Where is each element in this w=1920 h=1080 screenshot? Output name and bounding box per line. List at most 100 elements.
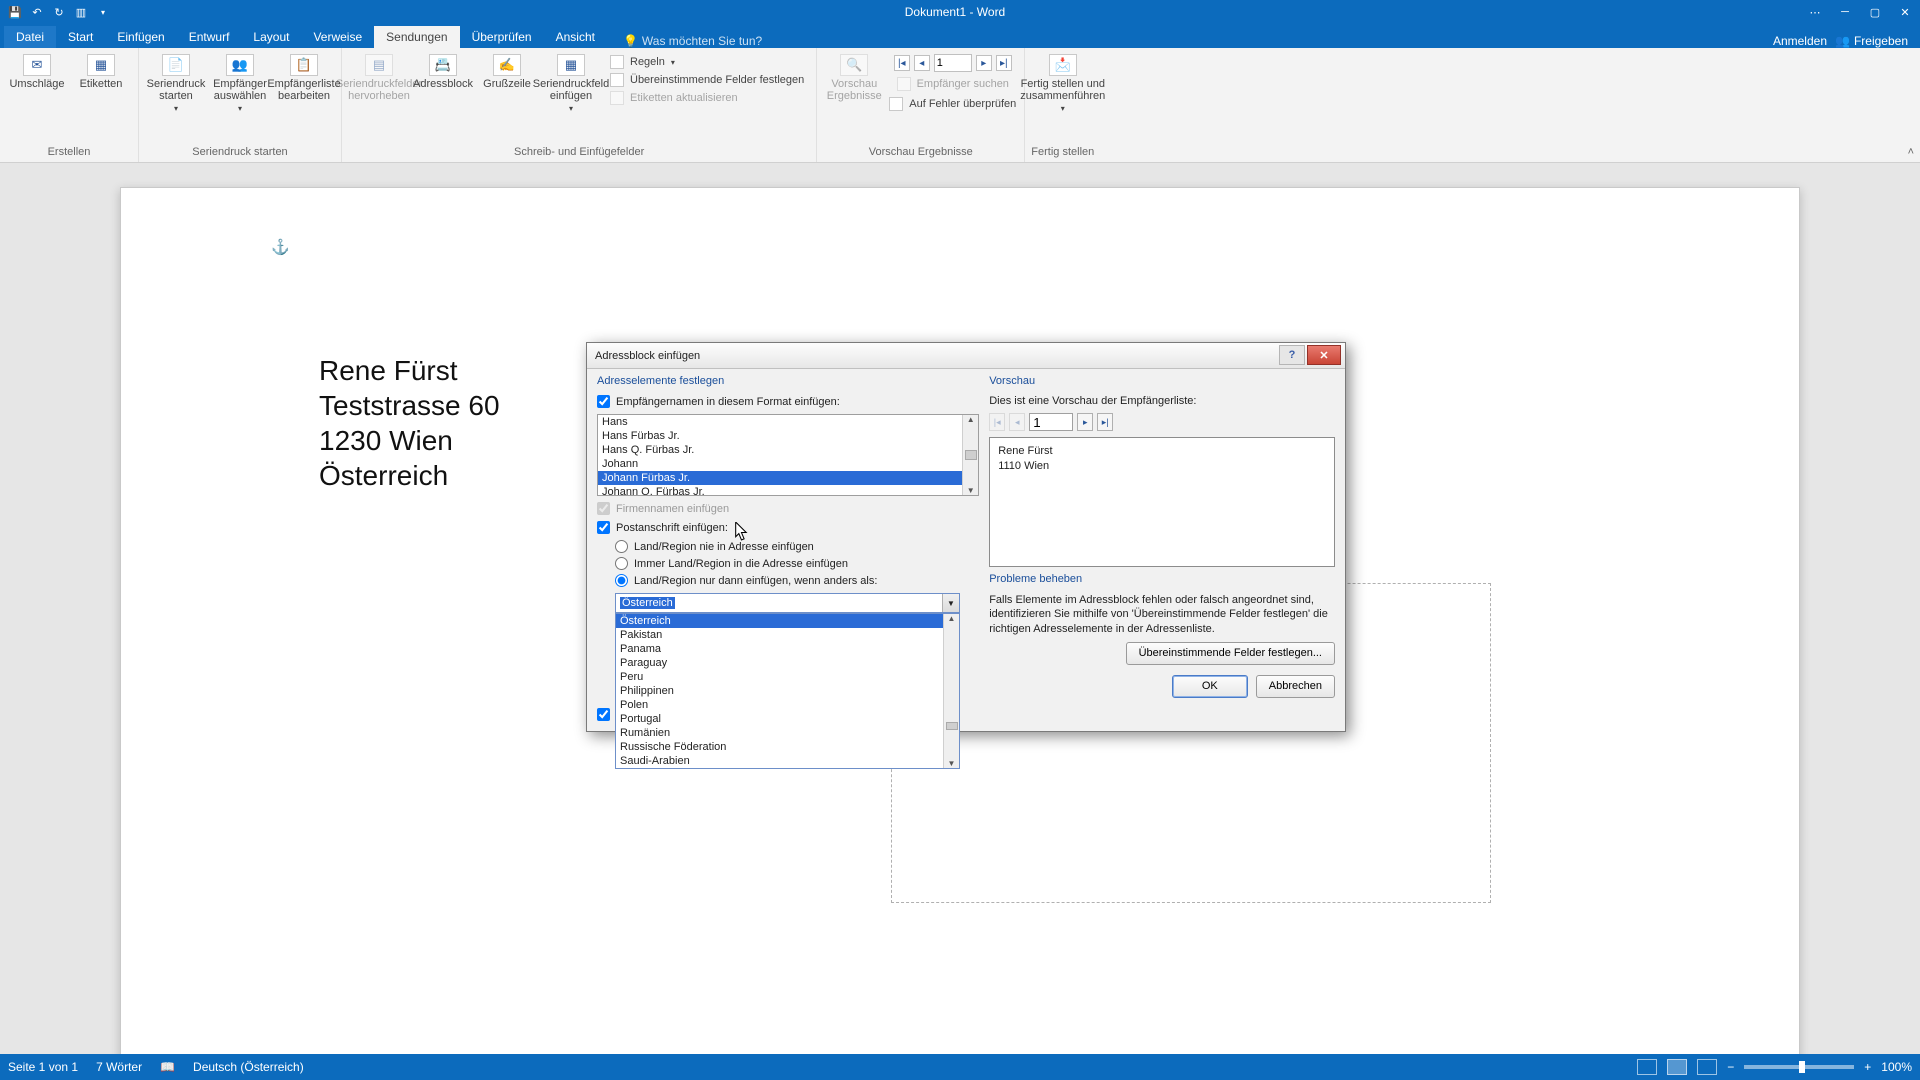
preview-next-button[interactable]: ▸ (1077, 413, 1093, 431)
radio-always[interactable] (615, 557, 628, 570)
tab-design[interactable]: Entwurf (177, 26, 242, 48)
recipients-icon: 👥 (226, 54, 254, 76)
dropdown-item[interactable]: Panama (616, 642, 943, 656)
dropdown-item[interactable]: Portugal (616, 712, 943, 726)
labels-button[interactable]: ▦Etiketten (70, 50, 132, 90)
title-bar: 💾 ↶ ↻ ▥ ▾ Dokument1 - Word ⋯ ─ ▢ ✕ (0, 0, 1920, 24)
edit-recipients-button[interactable]: 📋Empfängerliste bearbeiten (273, 50, 335, 102)
status-page[interactable]: Seite 1 von 1 (8, 1060, 78, 1074)
chk-name-format[interactable] (597, 395, 610, 408)
signin-button[interactable]: Anmelden (1773, 34, 1827, 48)
listbox-scrollbar[interactable]: ▲▼ (962, 415, 978, 495)
status-words[interactable]: 7 Wörter (96, 1060, 142, 1074)
preview-record-input[interactable] (1029, 413, 1073, 431)
addr-line2: Teststrasse 60 (319, 388, 500, 423)
match-fields-button[interactable]: Übereinstimmende Felder festlegen (608, 72, 806, 88)
first-record-button[interactable]: |◂ (894, 55, 910, 71)
tab-mailings[interactable]: Sendungen (374, 26, 459, 48)
save-icon[interactable]: 💾 (8, 5, 22, 19)
ribbon-options-icon[interactable]: ⋯ (1800, 2, 1830, 22)
collapse-ribbon-icon[interactable]: ˄ (1908, 146, 1914, 158)
radio-other[interactable] (615, 574, 628, 587)
list-item[interactable]: Hans (598, 415, 962, 429)
read-mode-button[interactable] (1637, 1059, 1657, 1075)
radio-never[interactable] (615, 540, 628, 553)
zoom-in-button[interactable]: + (1864, 1060, 1871, 1074)
preview-icon: 🔍 (840, 54, 868, 76)
record-input[interactable] (934, 54, 972, 72)
status-bar: Seite 1 von 1 7 Wörter 📖 Deutsch (Österr… (0, 1054, 1920, 1080)
undo-icon[interactable]: ↶ (30, 5, 44, 19)
zoom-out-button[interactable]: − (1727, 1060, 1734, 1074)
document-text[interactable]: Rene Fürst Teststrasse 60 1230 Wien Öste… (319, 353, 500, 493)
tab-references[interactable]: Verweise (301, 26, 374, 48)
list-item[interactable]: Johann (598, 457, 962, 471)
check-errors-button[interactable]: Auf Fehler überprüfen (887, 96, 1018, 112)
print-layout-button[interactable] (1667, 1059, 1687, 1075)
select-recipients-button[interactable]: 👥Empfänger auswählen▾ (209, 50, 271, 113)
dropdown-item[interactable]: Saudi-Arabien (616, 754, 943, 768)
list-item[interactable]: Johann Q. Fürbas Jr. (598, 485, 962, 495)
match-fields-dialog-button[interactable]: Übereinstimmende Felder festlegen... (1126, 642, 1335, 665)
chk-postal[interactable] (597, 521, 610, 534)
next-record-button[interactable]: ▸ (976, 55, 992, 71)
tell-me[interactable]: 💡 Was möchten Sie tun? (623, 34, 762, 48)
envelopes-button[interactable]: ✉Umschläge (6, 50, 68, 90)
chk-format-region[interactable] (597, 708, 610, 721)
dropdown-item[interactable]: Rumänien (616, 726, 943, 740)
dropdown-item[interactable]: Polen (616, 698, 943, 712)
cancel-button[interactable]: Abbrechen (1256, 675, 1335, 698)
dropdown-item[interactable]: Österreich (616, 614, 943, 628)
radio-other-label: Land/Region nur dann einfügen, wenn ande… (634, 575, 877, 587)
share-button[interactable]: 👥 Freigeben (1835, 34, 1908, 48)
dropdown-item[interactable]: Pakistan (616, 628, 943, 642)
greeting-line-button[interactable]: ✍Grußzeile (476, 50, 538, 90)
prev-record-button[interactable]: ◂ (914, 55, 930, 71)
last-record-button[interactable]: ▸| (996, 55, 1012, 71)
proofing-icon[interactable]: 📖 (160, 1060, 175, 1074)
combo-dropdown-button[interactable]: ▼ (942, 594, 959, 612)
start-merge-icon: 📄 (162, 54, 190, 76)
qat-more-icon[interactable]: ▾ (96, 5, 110, 19)
dropdown-item[interactable]: Philippinen (616, 684, 943, 698)
rules-button[interactable]: Regeln ▾ (608, 54, 806, 70)
name-format-listbox[interactable]: Hans Hans Fürbas Jr. Hans Q. Fürbas Jr. … (597, 414, 979, 496)
web-layout-button[interactable] (1697, 1059, 1717, 1075)
list-item[interactable]: Hans Q. Fürbas Jr. (598, 443, 962, 457)
tab-start[interactable]: Start (56, 26, 105, 48)
preview-first-button: |◂ (989, 413, 1005, 431)
dialog-help-button[interactable]: ? (1279, 345, 1305, 365)
list-item[interactable]: Hans Fürbas Jr. (598, 429, 962, 443)
touch-icon[interactable]: ▥ (74, 5, 88, 19)
country-combo[interactable]: Österreich ▼ Österreich Pakistan Panama … (615, 593, 960, 613)
section-elements-label: Adresselemente festlegen (597, 375, 979, 389)
tab-view[interactable]: Ansicht (544, 26, 607, 48)
minimize-icon[interactable]: ─ (1830, 2, 1860, 22)
dropdown-item[interactable]: Paraguay (616, 656, 943, 670)
finish-label: Fertig stellen und zusammenführen (1020, 78, 1105, 102)
tab-insert[interactable]: Einfügen (105, 26, 176, 48)
ok-button[interactable]: OK (1172, 675, 1248, 698)
redo-icon[interactable]: ↻ (52, 5, 66, 19)
close-icon[interactable]: ✕ (1890, 2, 1920, 22)
labels-icon: ▦ (87, 54, 115, 76)
dialog-close-button[interactable]: ✕ (1307, 345, 1341, 365)
status-lang[interactable]: Deutsch (Österreich) (193, 1060, 304, 1074)
zoom-slider[interactable] (1744, 1065, 1854, 1069)
zoom-level[interactable]: 100% (1881, 1060, 1912, 1074)
maximize-icon[interactable]: ▢ (1860, 2, 1890, 22)
tab-review[interactable]: Überprüfen (460, 26, 544, 48)
tab-layout[interactable]: Layout (241, 26, 301, 48)
preview-last-button[interactable]: ▸| (1097, 413, 1113, 431)
dialog-titlebar[interactable]: Adressblock einfügen ? ✕ (587, 343, 1345, 369)
insert-merge-field-button[interactable]: ▦Seriendruckfeld einfügen▾ (540, 50, 602, 113)
dropdown-item[interactable]: Peru (616, 670, 943, 684)
start-merge-button[interactable]: 📄Seriendruck starten▾ (145, 50, 207, 113)
tab-file[interactable]: Datei (4, 26, 56, 48)
dropdown-item[interactable]: Russische Föderation (616, 740, 943, 754)
list-item[interactable]: Johann Fürbas Jr. (598, 471, 962, 485)
group-startmerge-label: Seriendruck starten (145, 144, 335, 162)
dropdown-scrollbar[interactable]: ▲▼ (943, 614, 959, 768)
finish-merge-button[interactable]: 📩Fertig stellen und zusammenführen▾ (1032, 50, 1094, 113)
ribbon: ✉Umschläge ▦Etiketten Erstellen 📄Seriend… (0, 48, 1920, 163)
